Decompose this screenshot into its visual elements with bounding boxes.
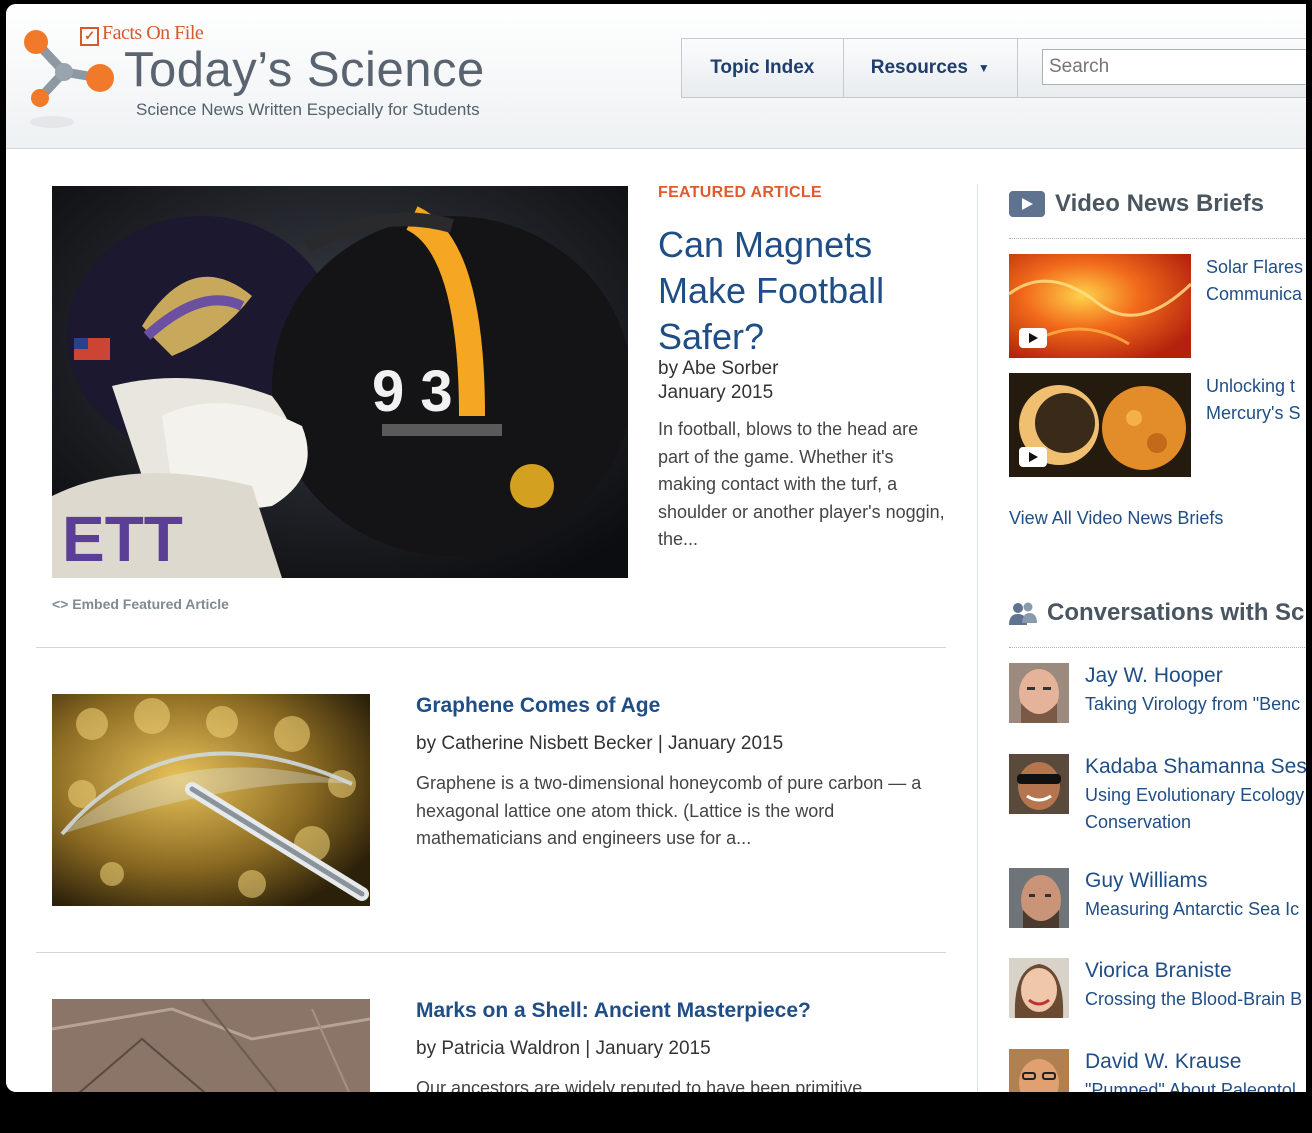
featured-article-author: by Abe Sorber [658, 358, 779, 379]
video-link-solar[interactable]: Solar Flares Communica [1206, 254, 1303, 308]
avatar[interactable] [1009, 868, 1069, 928]
video-news-briefs-heading: Video News Briefs [1009, 190, 1264, 218]
featured-article-image[interactable]: 9 3 ETT [52, 186, 628, 578]
caret-down-icon: ▼ [977, 61, 990, 75]
avatar[interactable] [1009, 663, 1069, 723]
video-thumbnail-mercury[interactable] [1009, 373, 1191, 477]
article-image-shell[interactable] [52, 999, 370, 1092]
play-icon[interactable] [1019, 328, 1047, 348]
article-title-graphene[interactable]: Graphene Comes of Age [416, 694, 660, 718]
scientist-portrait [1009, 868, 1069, 928]
brand-label: Facts On File [102, 22, 204, 44]
video-news-briefs-title: Video News Briefs [1055, 190, 1264, 217]
checkbox-icon: ✓ [80, 27, 99, 46]
graphene-photo [52, 694, 370, 906]
football-helmets-photo: 9 3 ETT [52, 186, 628, 578]
conversation-topic[interactable]: Using Evolutionary Ecology Conservation [1085, 782, 1304, 836]
conversation-topic[interactable]: "Pumped" About Paleontol [1085, 1077, 1296, 1092]
scientist-portrait [1009, 1049, 1069, 1092]
divider [1009, 238, 1306, 239]
conversations-title: Conversations with Sc [1047, 599, 1305, 626]
svg-text:ETT: ETT [62, 503, 183, 575]
scientist-portrait [1009, 754, 1069, 814]
divider [36, 952, 946, 953]
scientist-portrait [1009, 663, 1069, 723]
topic-index-button[interactable]: Topic Index [682, 39, 844, 97]
play-icon[interactable] [1019, 447, 1047, 467]
shell-photo [52, 999, 370, 1092]
featured-article-date: January 2015 [658, 382, 774, 403]
main-nav: Topic Index Resources ▼ [681, 38, 1306, 98]
video-thumbnail-solar[interactable] [1009, 254, 1191, 358]
article-byline-graphene: by Catherine Nisbett Becker | January 20… [416, 733, 784, 754]
conversation-topic[interactable]: Crossing the Blood-Brain B [1085, 986, 1302, 1013]
search-container [1018, 39, 1306, 97]
site-title[interactable]: Today’s Science [124, 42, 485, 98]
browser-frame: ✓ Facts On File Today’s Science Science N… [6, 4, 1306, 1092]
conversation-name[interactable]: Jay W. Hooper [1085, 664, 1223, 688]
resources-dropdown[interactable]: Resources ▼ [844, 39, 1018, 97]
video-link-mercury[interactable]: Unlocking t Mercury's S [1206, 373, 1300, 427]
avatar[interactable] [1009, 1049, 1069, 1092]
conversation-topic[interactable]: Taking Virology from "Benc [1085, 691, 1300, 718]
avatar[interactable] [1009, 958, 1069, 1018]
conversation-topic-line: Conservation [1085, 812, 1192, 832]
topic-index-label: Topic Index [710, 57, 815, 78]
featured-article-label: FEATURED ARTICLE [658, 184, 822, 201]
article-image-graphene[interactable] [52, 694, 370, 906]
divider [1009, 647, 1306, 648]
conversation-name[interactable]: Kadaba Shamanna Ses [1085, 755, 1306, 779]
svg-text:9 3: 9 3 [372, 359, 453, 424]
conversation-topic[interactable]: Measuring Antarctic Sea Ic [1085, 896, 1299, 923]
article-byline-shell: by Patricia Waldron | January 2015 [416, 1038, 711, 1059]
video-title-line: Communica [1206, 284, 1303, 304]
screen-bottom-border [0, 1092, 1312, 1133]
featured-article-summary: In football, blows to the head are part … [658, 419, 945, 549]
conversation-name[interactable]: Guy Williams [1085, 869, 1208, 893]
site-tagline: Science News Written Especially for Stud… [136, 100, 480, 119]
embed-featured-article-link[interactable]: <> Embed Featured Article [52, 596, 229, 612]
video-title-line: Unlocking t [1206, 376, 1296, 396]
article-title-shell[interactable]: Marks on a Shell: Ancient Masterpiece? [416, 999, 811, 1023]
view-all-video-briefs-link[interactable]: View All Video News Briefs [1009, 508, 1223, 529]
conversation-name[interactable]: David W. Krause [1085, 1050, 1241, 1074]
people-icon [1009, 602, 1037, 625]
featured-article-title[interactable]: Can Magnets Make Football Safer? [658, 222, 958, 360]
play-icon [1009, 191, 1045, 217]
search-input[interactable] [1042, 49, 1306, 85]
conversation-topic-line: Using Evolutionary Ecology [1085, 785, 1305, 805]
conversation-name[interactable]: Viorica Braniste [1085, 959, 1232, 983]
column-divider [977, 184, 978, 1092]
video-title-line: Solar Flares [1206, 257, 1304, 277]
article-summary-shell: Our ancestors are widely reputed to have… [416, 1078, 863, 1092]
article-summary-graphene: Graphene is a two-dimensional honeycomb … [416, 773, 922, 848]
conversations-heading: Conversations with Sc [1009, 599, 1304, 627]
divider [36, 647, 946, 648]
scientist-portrait [1009, 958, 1069, 1018]
site-header: ✓ Facts On File Today’s Science Science N… [6, 4, 1306, 149]
video-title-line: Mercury's S [1206, 403, 1301, 423]
avatar[interactable] [1009, 754, 1069, 814]
resources-label: Resources [870, 57, 968, 78]
